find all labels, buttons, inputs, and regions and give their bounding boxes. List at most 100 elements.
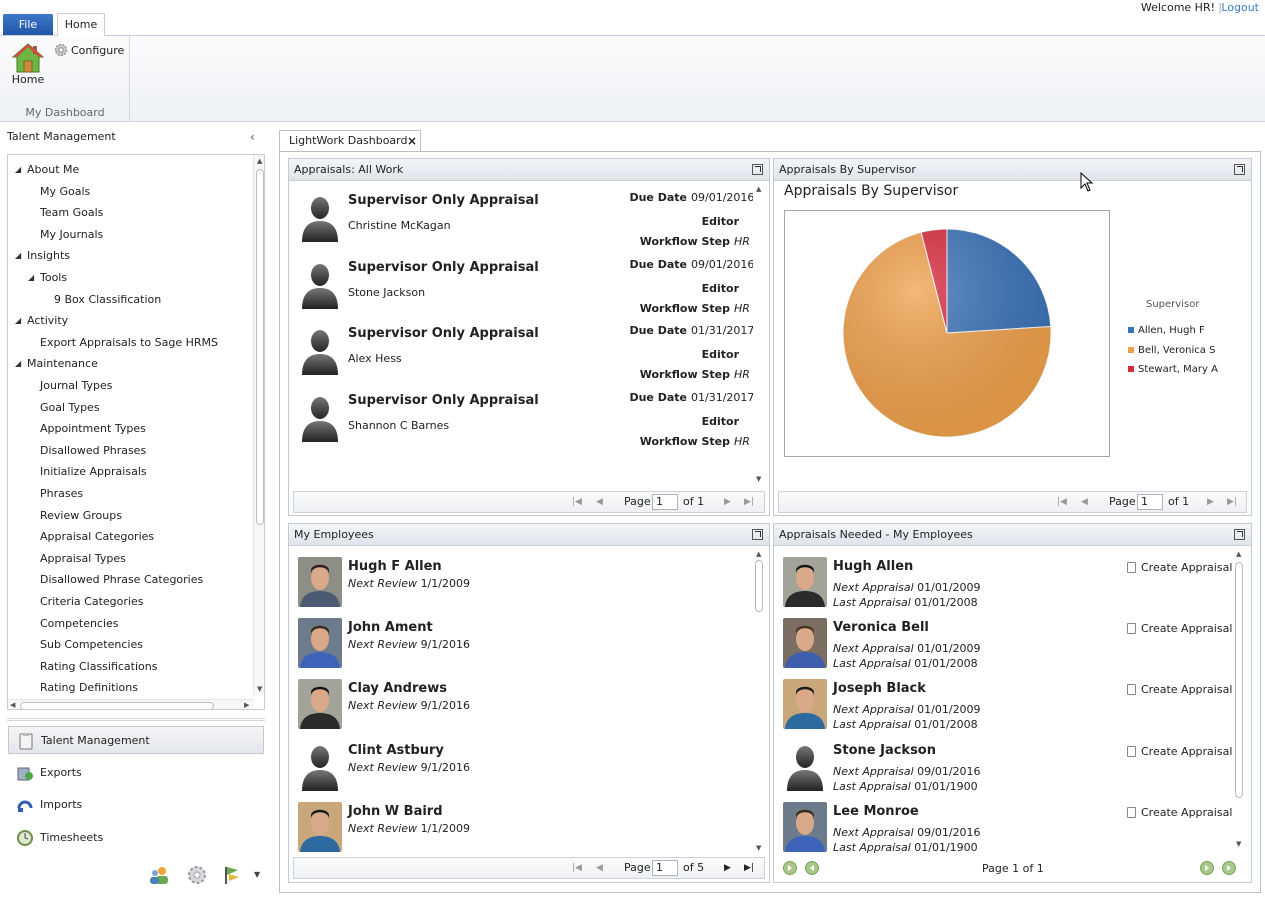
tree-item[interactable]: Appointment Types bbox=[40, 422, 146, 435]
tree-item[interactable]: Review Groups bbox=[40, 509, 122, 522]
first-page-icon[interactable]: |◀ bbox=[1057, 492, 1067, 512]
logout-link[interactable]: Logout bbox=[1221, 1, 1259, 14]
next-page-icon[interactable] bbox=[1200, 861, 1214, 875]
tree-item[interactable]: 9 Box Classification bbox=[54, 293, 161, 306]
scroll-right-icon[interactable]: ▶ bbox=[244, 701, 249, 709]
tree-item[interactable]: My Journals bbox=[40, 228, 103, 241]
scroll-down-icon[interactable]: ▼ bbox=[756, 844, 761, 852]
next-page-icon[interactable]: ▶ bbox=[1207, 492, 1214, 512]
scroll-up-icon[interactable]: ▲ bbox=[756, 550, 761, 558]
nav-splitter[interactable] bbox=[7, 718, 265, 721]
tree-item[interactable]: Export Appraisals to Sage HRMS bbox=[40, 336, 218, 349]
tree-hscroll-thumb[interactable] bbox=[20, 702, 214, 709]
expand-toggle-icon[interactable]: ◢ bbox=[15, 359, 21, 368]
expand-toggle-icon[interactable]: ◢ bbox=[15, 165, 21, 174]
tree-item[interactable]: About Me bbox=[27, 163, 79, 176]
expand-toggle-icon[interactable]: ◢ bbox=[28, 273, 34, 282]
last-page-icon[interactable] bbox=[1222, 861, 1236, 875]
first-page-icon[interactable] bbox=[783, 861, 797, 875]
create-appraisal-button[interactable]: Create Appraisal bbox=[1127, 622, 1232, 635]
employee-row[interactable]: John Ament Next Review 9/1/2016 bbox=[289, 618, 749, 678]
maximize-icon[interactable] bbox=[1234, 529, 1245, 540]
employee-scroll-thumb[interactable] bbox=[755, 560, 763, 612]
employee-row[interactable]: John W Baird Next Review 1/1/2009 bbox=[289, 801, 749, 862]
nav-item-imports[interactable]: Imports bbox=[8, 791, 264, 819]
scroll-up-icon[interactable]: ▲ bbox=[1236, 550, 1241, 558]
tree-item[interactable]: Appraisal Categories bbox=[40, 530, 154, 543]
tree-item[interactable]: Phrases bbox=[40, 487, 83, 500]
maximize-icon[interactable] bbox=[752, 164, 763, 175]
prev-page-icon[interactable]: ◀ bbox=[596, 858, 603, 878]
maximize-icon[interactable] bbox=[752, 529, 763, 540]
last-page-icon[interactable]: ▶| bbox=[1227, 492, 1237, 512]
appraisal-record[interactable]: Supervisor Only Appraisal Alex Hess Due Da… bbox=[289, 322, 754, 388]
first-page-icon[interactable]: |◀ bbox=[572, 858, 582, 878]
scroll-down-icon[interactable]: ▼ bbox=[756, 475, 761, 483]
employee-row[interactable]: Hugh F Allen Next Review 1/1/2009 bbox=[289, 557, 749, 617]
tree-horizontal-scrollbar[interactable]: ◀ ▶ bbox=[8, 699, 254, 709]
tree-item[interactable]: Appraisal Types bbox=[40, 552, 126, 565]
first-page-icon[interactable]: |◀ bbox=[572, 492, 582, 512]
tree-item[interactable]: Goal Types bbox=[40, 401, 100, 414]
prev-page-icon[interactable] bbox=[805, 861, 819, 875]
needed-list-scrollbar[interactable]: ▲ ▼ bbox=[1233, 550, 1245, 850]
page-number-input[interactable]: 1 bbox=[652, 494, 678, 510]
close-tab-icon[interactable]: × bbox=[407, 131, 417, 151]
last-page-icon[interactable]: ▶| bbox=[744, 492, 754, 512]
tree-item[interactable]: Sub Competencies bbox=[40, 638, 143, 651]
tree-item[interactable]: Tools bbox=[40, 271, 67, 284]
create-appraisal-button[interactable]: Create Appraisal bbox=[1127, 683, 1232, 696]
tree-item[interactable]: Maintenance bbox=[27, 357, 98, 370]
more-dropdown-icon[interactable]: ▼ bbox=[254, 870, 260, 879]
appraisal-record[interactable]: Supervisor Only Appraisal Stone Jackson Du… bbox=[289, 256, 754, 322]
tab-lightwork-dashboard[interactable]: LightWork Dashboard × bbox=[279, 130, 421, 152]
prev-page-icon[interactable]: ◀ bbox=[1081, 492, 1088, 512]
home-tab[interactable]: Home bbox=[57, 13, 105, 37]
tree-item[interactable]: Rating Definitions bbox=[40, 681, 138, 694]
nav-item-exports[interactable]: Exports bbox=[8, 759, 264, 787]
file-tab[interactable]: File bbox=[3, 14, 53, 35]
tree-item[interactable]: Journal Types bbox=[40, 379, 113, 392]
tree-item[interactable]: Activity bbox=[27, 314, 68, 327]
tree-item[interactable]: Competencies bbox=[40, 617, 119, 630]
tree-scroll-thumb[interactable] bbox=[256, 169, 264, 525]
employee-row[interactable]: Clint Astbury Next Review 9/1/2016 bbox=[289, 741, 749, 801]
nav-item-timesheets[interactable]: Timesheets bbox=[8, 824, 264, 852]
next-page-icon[interactable]: ▶ bbox=[724, 858, 731, 878]
expand-toggle-icon[interactable]: ◢ bbox=[15, 251, 21, 260]
tree-vertical-scrollbar[interactable]: ▲ ▼ bbox=[253, 155, 264, 695]
settings-icon[interactable] bbox=[186, 864, 208, 886]
nav-item-talent-management[interactable]: Talent Management bbox=[8, 726, 264, 754]
create-appraisal-button[interactable]: Create Appraisal bbox=[1127, 745, 1232, 758]
configure-button[interactable]: Configure bbox=[54, 43, 124, 57]
tree-item[interactable]: Criteria Categories bbox=[40, 595, 143, 608]
appraisal-record[interactable]: Supervisor Only Appraisal Shannon C Barne… bbox=[289, 389, 754, 455]
tree-item[interactable]: Disallowed Phrase Categories bbox=[40, 573, 203, 586]
scroll-down-icon[interactable]: ▼ bbox=[257, 685, 262, 693]
tree-item[interactable]: Initialize Appraisals bbox=[40, 465, 147, 478]
appraisal-record[interactable]: Supervisor Only Appraisal Christine McKag… bbox=[289, 189, 754, 255]
employee-list-scrollbar[interactable]: ▲ ▼ bbox=[753, 550, 765, 854]
tree-item[interactable]: Team Goals bbox=[40, 206, 103, 219]
tree-item[interactable]: Disallowed Phrases bbox=[40, 444, 146, 457]
pie-slice-0[interactable] bbox=[946, 228, 1052, 334]
page-number-input[interactable]: 1 bbox=[1137, 494, 1163, 510]
tree-item[interactable]: Insights bbox=[27, 249, 70, 262]
expand-toggle-icon[interactable]: ◢ bbox=[15, 316, 21, 325]
last-page-icon[interactable]: ▶| bbox=[744, 858, 754, 878]
page-number-input[interactable]: 1 bbox=[652, 860, 678, 876]
sidebar-collapse-icon[interactable]: ‹ bbox=[250, 130, 255, 144]
tree-item[interactable]: Rating Classifications bbox=[40, 660, 157, 673]
scroll-left-icon[interactable]: ◀ bbox=[10, 701, 15, 709]
scroll-up-icon[interactable]: ▲ bbox=[756, 185, 761, 193]
appraisal-list-scrollbar[interactable]: ▲ ▼ bbox=[753, 185, 765, 485]
people-icon[interactable] bbox=[148, 864, 170, 886]
needed-scroll-thumb[interactable] bbox=[1235, 562, 1243, 798]
maximize-icon[interactable] bbox=[1234, 164, 1245, 175]
flag-icon[interactable] bbox=[221, 864, 243, 886]
scroll-up-icon[interactable]: ▲ bbox=[257, 157, 262, 165]
tree-item[interactable]: My Goals bbox=[40, 185, 90, 198]
next-page-icon[interactable]: ▶ bbox=[724, 492, 731, 512]
employee-row[interactable]: Clay Andrews Next Review 9/1/2016 bbox=[289, 679, 749, 739]
create-appraisal-button[interactable]: Create Appraisal bbox=[1127, 561, 1232, 574]
